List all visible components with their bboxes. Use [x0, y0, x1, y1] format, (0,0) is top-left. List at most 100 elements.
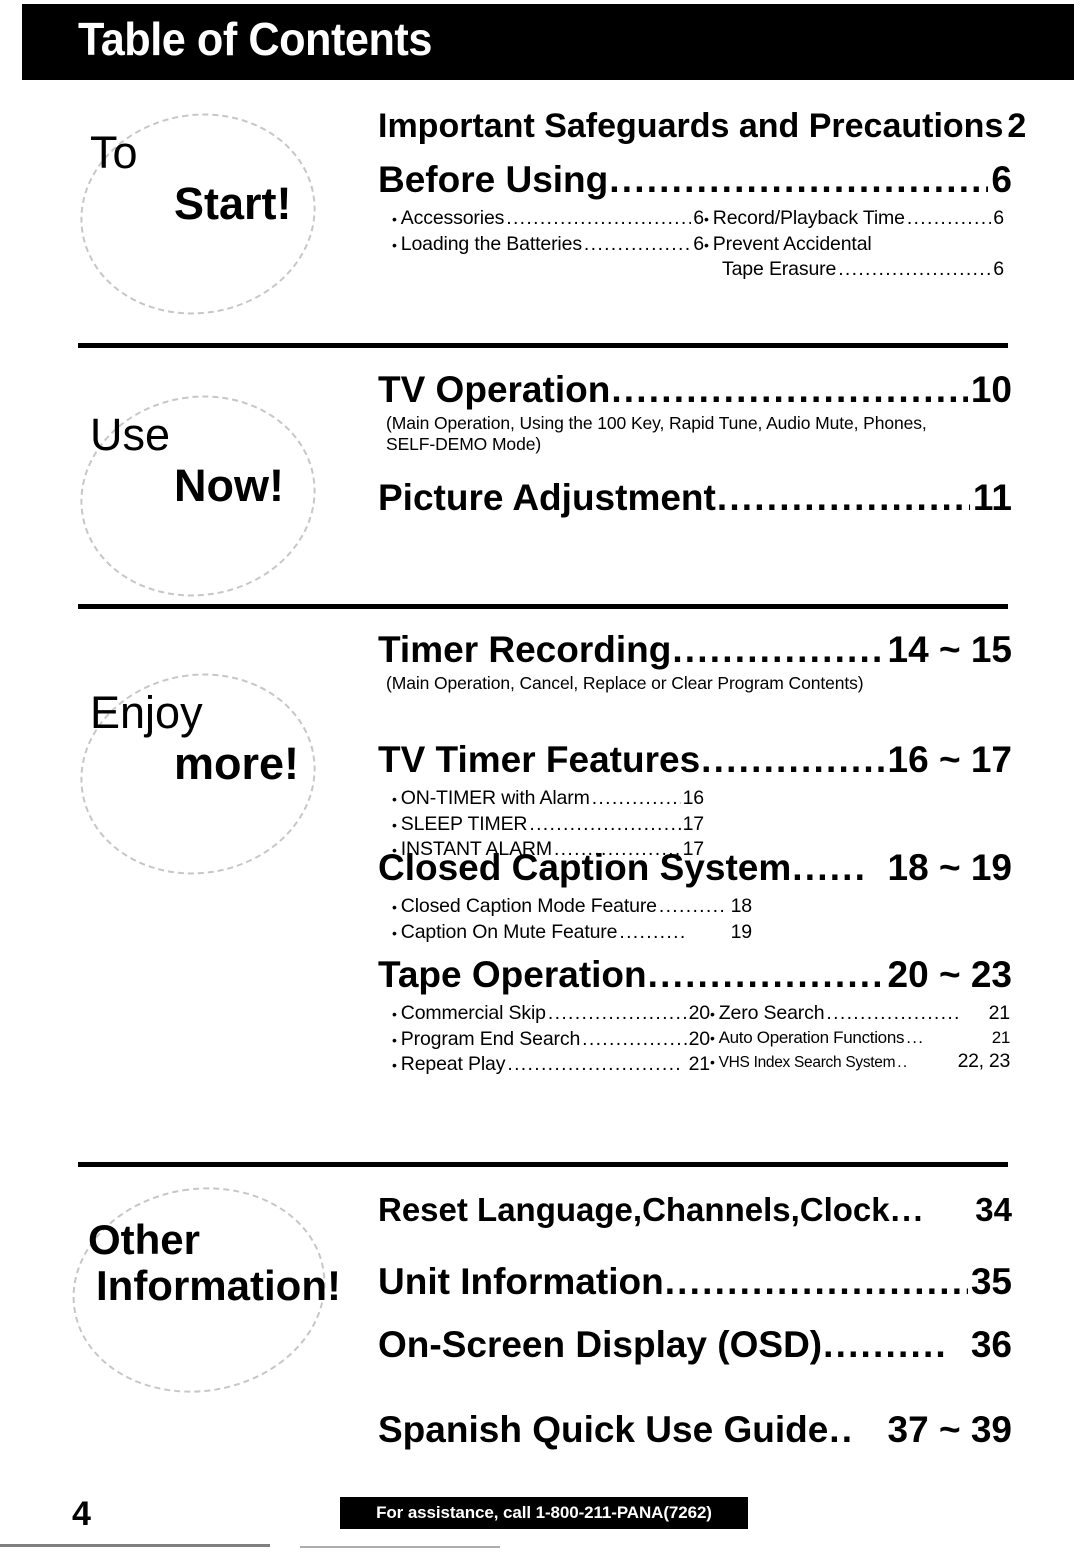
toc-entry-title: Spanish Quick Use Guide	[378, 1409, 829, 1450]
dot-leader: ..........................	[582, 1027, 686, 1050]
toc-entry-page: 18 ~ 19	[887, 847, 1012, 888]
dot-leader: ...	[906, 1027, 925, 1047]
toc-entry-title: Picture Adjustment	[378, 477, 716, 518]
sub-item-label: Commercial Skip	[400, 1001, 546, 1024]
section-label-line2: Start!	[174, 177, 292, 229]
sub-item[interactable]: • VHS Index Search System .. 22, 23	[710, 1049, 1010, 1075]
bullet-icon: •	[710, 1005, 715, 1022]
section-divider-1	[78, 343, 1008, 348]
sub-item[interactable]: • Caption On Mute Feature .......... 19	[392, 920, 752, 946]
sub-item[interactable]: • Record/Playback Time .................…	[704, 206, 1004, 232]
sub-item-label: VHS Index Search System	[718, 1054, 896, 1072]
assistance-banner: For assistance, call 1-800-211-PANA(7262…	[340, 1497, 748, 1529]
sub-item-page: 6	[993, 258, 1004, 281]
toc-entry-line: TV Timer Features ............... 16 ~ 1…	[378, 740, 1012, 780]
toc-entry-page: 34	[975, 1191, 1012, 1228]
toc-entry-on-screen-display[interactable]: On-Screen Display (OSD) .......... 36	[378, 1325, 1012, 1365]
section-divider-2	[78, 604, 1008, 609]
toc-entry-page: 35	[970, 1261, 1012, 1302]
toc-entry-before-using[interactable]: Before Using ...........................…	[378, 160, 1012, 283]
toc-entry-closed-caption-system[interactable]: Closed Caption System ...... 18 ~ 19 • C…	[378, 848, 1012, 945]
toc-entry-page: 2	[1007, 107, 1027, 145]
toc-entry-page: 16 ~ 17	[887, 739, 1012, 780]
sub-item-label: Accessories	[400, 206, 505, 229]
sub-item-label: Closed Caption Mode Feature	[400, 894, 657, 917]
sub-item-page: 6	[993, 206, 1004, 229]
sub-item[interactable]: • Loading the Batteries ................…	[392, 232, 704, 258]
dot-leader: .........................	[838, 258, 992, 281]
section-label-line1: Other	[88, 1216, 201, 1263]
bullet-icon: •	[392, 790, 397, 807]
sub-item[interactable]: • Repeat Play ..........................…	[392, 1052, 710, 1078]
sub-item-page: 16	[682, 786, 705, 809]
toc-entry-important-safeguards[interactable]: Important Safeguards and Precautions ...…	[378, 108, 1026, 145]
toc-entry-page: 20 ~ 23	[887, 954, 1012, 995]
dot-leader: ....................	[906, 206, 991, 229]
section-label-line1: To	[90, 127, 138, 178]
sub-item-label: SLEEP TIMER	[400, 812, 528, 835]
sub-item-page: 20	[688, 1027, 711, 1050]
dot-leader: ......	[792, 848, 868, 888]
toc-entry-picture-adjustment[interactable]: Picture Adjustment .....................…	[378, 478, 1012, 518]
toc-entry-line: Reset Language,Channels,Clock ... 34	[378, 1192, 1012, 1228]
bullet-icon: •	[392, 1031, 397, 1048]
sub-item-column-left: • Commercial Skip ......................…	[392, 1001, 710, 1078]
toc-entry-title: Tape Operation	[378, 954, 647, 995]
sub-item-group: • Commercial Skip ......................…	[392, 1001, 1012, 1078]
sub-item-page: 22, 23	[957, 1050, 1011, 1073]
section-label-use-now: Use Now!	[62, 378, 362, 614]
bullet-icon: •	[392, 236, 397, 253]
dot-leader: ...	[890, 1192, 925, 1228]
toc-entry-line: Unit Information .......................…	[378, 1262, 1012, 1302]
sub-item-label: Program End Search	[400, 1027, 581, 1050]
toc-entry-line: TV Operation ...........................…	[378, 370, 1012, 410]
sub-item-column-left: • Accessories ..........................…	[392, 206, 704, 283]
toc-entry-line: Important Safeguards and Precautions ...…	[378, 108, 1026, 145]
sub-item-label: ON-TIMER with Alarm	[400, 786, 590, 809]
toc-entry-tv-operation[interactable]: TV Operation ...........................…	[378, 370, 1012, 454]
sub-item-group: • Closed Caption Mode Feature ..........…	[392, 894, 1012, 945]
sub-item-page: 6	[693, 206, 704, 229]
sub-item[interactable]: • Program End Search ...................…	[392, 1027, 710, 1053]
toc-entry-line: Picture Adjustment .....................…	[378, 478, 1012, 518]
toc-entry-spanish-quick-use-guide[interactable]: Spanish Quick Use Guide .. 37 ~ 39	[378, 1410, 1012, 1450]
sub-item[interactable]: • SLEEP TIMER ......................... …	[392, 812, 704, 838]
toc-entry-reset-language[interactable]: Reset Language,Channels,Clock ... 34	[378, 1192, 1012, 1228]
sub-item[interactable]: • Accessories ..........................…	[392, 206, 704, 232]
sub-item[interactable]: • Prevent Accidental .	[704, 232, 1004, 258]
dot-leader: ..	[897, 1054, 909, 1072]
toc-entry-page: 14 ~ 15	[887, 629, 1012, 670]
bullet-icon: •	[704, 210, 709, 227]
sub-item[interactable]: • Commercial Skip ......................…	[392, 1001, 710, 1027]
toc-entry-title: Reset Language,Channels,Clock	[378, 1191, 890, 1228]
sub-item-label: Repeat Play	[400, 1053, 506, 1076]
sub-item-column-left: • Closed Caption Mode Feature ..........…	[392, 894, 752, 945]
toc-entry-timer-recording[interactable]: Timer Recording .................. 14 ~ …	[378, 630, 1012, 694]
section-label-line2: more!	[174, 737, 300, 789]
sub-item[interactable]: • Zero Search .................... 21	[710, 1001, 1010, 1027]
sub-item-page: 20	[688, 1001, 711, 1024]
toc-entry-tape-operation[interactable]: Tape Operation ..................... 20 …	[378, 955, 1012, 1078]
toc-entry-tv-timer-features[interactable]: TV Timer Features ............... 16 ~ 1…	[378, 740, 1012, 863]
dot-leader: ....................	[826, 1001, 961, 1024]
toc-entry-unit-information[interactable]: Unit Information .......................…	[378, 1262, 1012, 1302]
dot-leader: ..........	[823, 1325, 948, 1365]
sub-item[interactable]: • Auto Operation Functions ... 21	[710, 1027, 1010, 1049]
sub-item[interactable]: • Closed Caption Mode Feature ..........…	[392, 894, 752, 920]
scan-artifact	[300, 1546, 500, 1548]
sub-item-page: 21	[988, 1001, 1011, 1024]
dot-leader: ................................	[611, 370, 968, 410]
sub-item-page: 21	[991, 1027, 1011, 1047]
bullet-icon: •	[704, 236, 709, 253]
toc-entry-title: Before Using	[378, 159, 609, 200]
sub-item[interactable]: Tape Erasure ......................... 6	[704, 257, 1004, 283]
toc-entry-page: 36	[970, 1324, 1012, 1365]
bullet-icon: •	[392, 1057, 397, 1074]
sub-item[interactable]: • ON-TIMER with Alarm ..................…	[392, 786, 704, 812]
sub-item-page: 17	[682, 812, 705, 835]
toc-entry-title: Unit Information	[378, 1261, 664, 1302]
sub-item-column-right: • Zero Search .................... 21 • …	[710, 1001, 1010, 1078]
dot-leader: ..................................	[506, 206, 691, 229]
toc-entry-line: Timer Recording .................. 14 ~ …	[378, 630, 1012, 670]
sub-item-page: 19	[730, 920, 753, 943]
